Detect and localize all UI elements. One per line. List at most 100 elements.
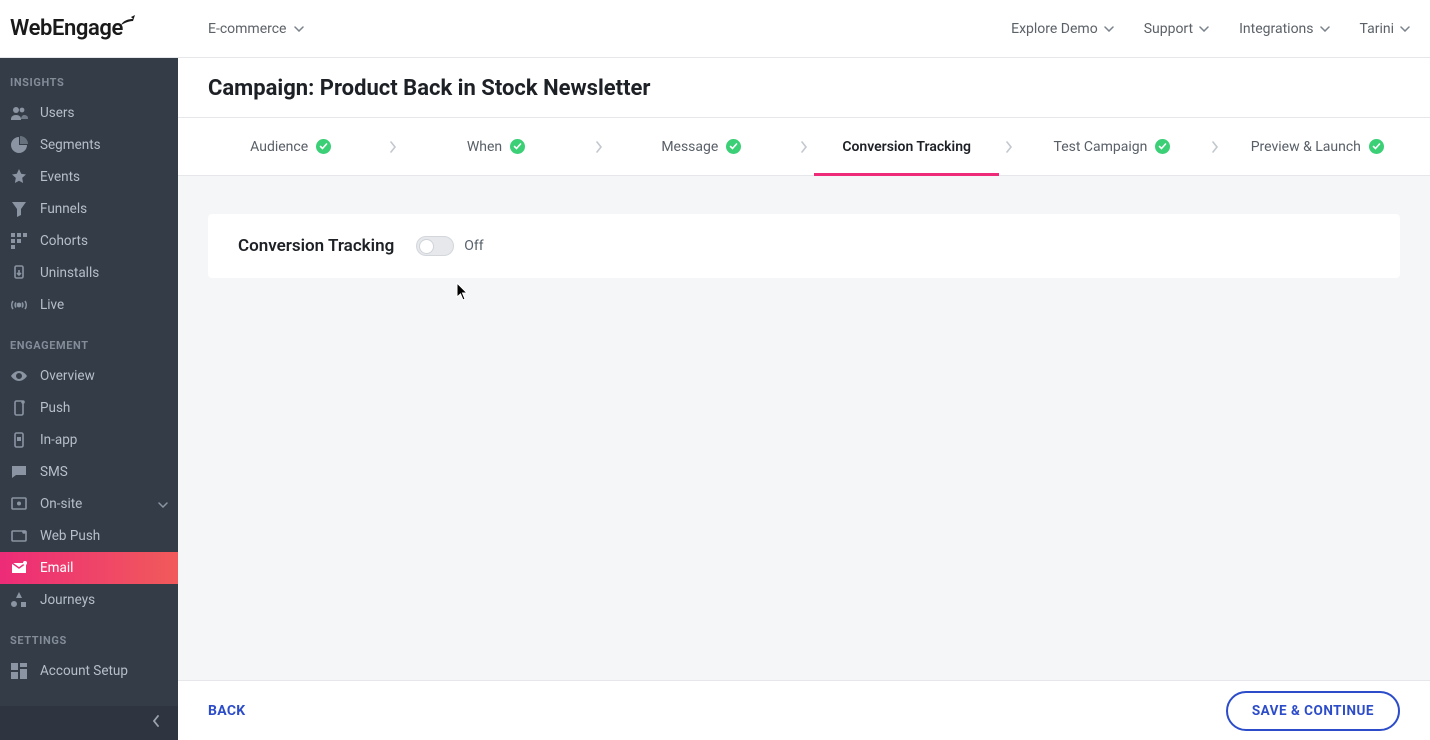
step-label: Preview & Launch (1251, 139, 1361, 155)
sidebar-item-sms[interactable]: SMS (0, 456, 178, 488)
users-icon (10, 104, 28, 122)
step-label: Conversion Tracking (842, 139, 971, 155)
eye-icon (10, 367, 28, 385)
sidebar-item-funnels[interactable]: Funnels (0, 193, 178, 225)
project-selector-label: E-commerce (208, 21, 286, 37)
sidebar-item-label: Overview (40, 368, 95, 384)
topnav-support[interactable]: Support (1144, 21, 1209, 37)
chevron-right-icon (383, 141, 403, 153)
sidebar: INSIGHTS Users Segments Events Funnels C… (0, 58, 178, 740)
sidebar-item-users[interactable]: Users (0, 97, 178, 129)
toggle-knob (419, 239, 434, 254)
step-label: Test Campaign (1054, 139, 1148, 155)
sidebar-item-events[interactable]: Events (0, 161, 178, 193)
check-icon (316, 139, 331, 154)
dashboard-icon (10, 662, 28, 680)
chevron-down-icon (294, 24, 304, 34)
email-icon (10, 559, 28, 577)
sidebar-item-account-setup[interactable]: Account Setup (0, 655, 178, 687)
sidebar-section-insights: INSIGHTS (0, 58, 178, 97)
sidebar-item-label: Journeys (40, 592, 95, 608)
sidebar-section-settings: SETTINGS (0, 616, 178, 655)
step-conversion-tracking[interactable]: Conversion Tracking (814, 118, 999, 175)
webpush-icon (10, 527, 28, 545)
topbar: WebEngage E-commerce Explore Demo Suppor… (0, 0, 1430, 58)
topnav-support-label: Support (1144, 21, 1193, 37)
back-button[interactable]: BACK (208, 703, 245, 719)
step-message[interactable]: Message (609, 118, 794, 175)
sidebar-section-engagement: ENGAGEMENT (0, 321, 178, 360)
sidebar-item-label: Users (40, 105, 74, 121)
logo-bird-icon (119, 10, 137, 35)
sidebar-item-live[interactable]: Live (0, 289, 178, 321)
sms-icon (10, 463, 28, 481)
topnav-integrations-label: Integrations (1239, 21, 1313, 37)
logo: WebEngage (10, 16, 178, 41)
step-test-campaign[interactable]: Test Campaign (1019, 118, 1204, 175)
conversion-tracking-card: Conversion Tracking Off (208, 214, 1400, 278)
chevron-right-icon (794, 141, 814, 153)
step-audience[interactable]: Audience (198, 118, 383, 175)
push-icon (10, 399, 28, 417)
save-continue-button[interactable]: SAVE & CONTINUE (1226, 691, 1400, 731)
chevron-down-icon (1104, 24, 1114, 34)
check-icon (510, 139, 525, 154)
sidebar-item-label: Account Setup (40, 663, 128, 679)
sidebar-item-label: In-app (40, 432, 77, 448)
topnav-user-menu[interactable]: Tarini (1360, 21, 1410, 37)
step-label: When (467, 139, 502, 155)
step-preview-launch[interactable]: Preview & Launch (1225, 118, 1410, 175)
chevron-right-icon (999, 141, 1019, 153)
sidebar-item-label: Events (40, 169, 80, 185)
check-icon (726, 139, 741, 154)
logo-text: WebEngage (10, 16, 123, 41)
sidebar-item-segments[interactable]: Segments (0, 129, 178, 161)
funnel-icon (10, 200, 28, 218)
card-title: Conversion Tracking (238, 236, 394, 256)
sidebar-item-label: Push (40, 400, 70, 416)
sidebar-item-label: On-site (40, 496, 82, 512)
sidebar-item-label: Cohorts (40, 233, 88, 249)
sidebar-item-webpush[interactable]: Web Push (0, 520, 178, 552)
sidebar-item-label: Segments (40, 137, 101, 153)
step-label: Message (661, 139, 718, 155)
topnav-explore-label: Explore Demo (1011, 21, 1098, 37)
sidebar-item-label: Funnels (40, 201, 87, 217)
onsite-icon (10, 495, 28, 513)
chevron-down-icon (1199, 24, 1209, 34)
sidebar-item-label: Live (40, 297, 64, 313)
chevron-down-icon (1400, 24, 1410, 34)
sidebar-item-label: Web Push (40, 528, 100, 544)
page-body: Conversion Tracking Off (178, 176, 1430, 680)
journeys-icon (10, 591, 28, 609)
sidebar-item-uninstalls[interactable]: Uninstalls (0, 257, 178, 289)
sidebar-item-push[interactable]: Push (0, 392, 178, 424)
footer-bar: BACK SAVE & CONTINUE (178, 680, 1430, 740)
content-area: Campaign: Product Back in Stock Newslett… (178, 58, 1430, 740)
sidebar-item-email[interactable]: Email (0, 552, 178, 584)
topnav-explore-demo[interactable]: Explore Demo (1011, 21, 1114, 37)
campaign-stepper: Audience When Message Conversion Trackin… (178, 118, 1430, 176)
sidebar-item-inapp[interactable]: In-app (0, 424, 178, 456)
live-icon (10, 296, 28, 314)
sidebar-item-onsite[interactable]: On-site (0, 488, 178, 520)
toggle-state-label: Off (464, 238, 483, 254)
sidebar-item-cohorts[interactable]: Cohorts (0, 225, 178, 257)
star-icon (10, 168, 28, 186)
sidebar-item-overview[interactable]: Overview (0, 360, 178, 392)
chevron-down-icon (158, 496, 168, 512)
step-label: Audience (250, 139, 308, 155)
sidebar-item-journeys[interactable]: Journeys (0, 584, 178, 616)
sidebar-item-label: SMS (40, 464, 68, 480)
chevron-right-icon (589, 141, 609, 153)
conversion-tracking-toggle[interactable] (416, 236, 454, 256)
sidebar-item-label: Uninstalls (40, 265, 99, 281)
logo-label: WebEngage (10, 16, 123, 41)
uninstall-icon (10, 264, 28, 282)
topnav-user-label: Tarini (1360, 21, 1394, 37)
project-selector[interactable]: E-commerce (208, 21, 304, 37)
page-title: Campaign: Product Back in Stock Newslett… (208, 76, 1400, 101)
sidebar-collapse-button[interactable] (0, 706, 178, 740)
step-when[interactable]: When (403, 118, 588, 175)
topnav-integrations[interactable]: Integrations (1239, 21, 1329, 37)
